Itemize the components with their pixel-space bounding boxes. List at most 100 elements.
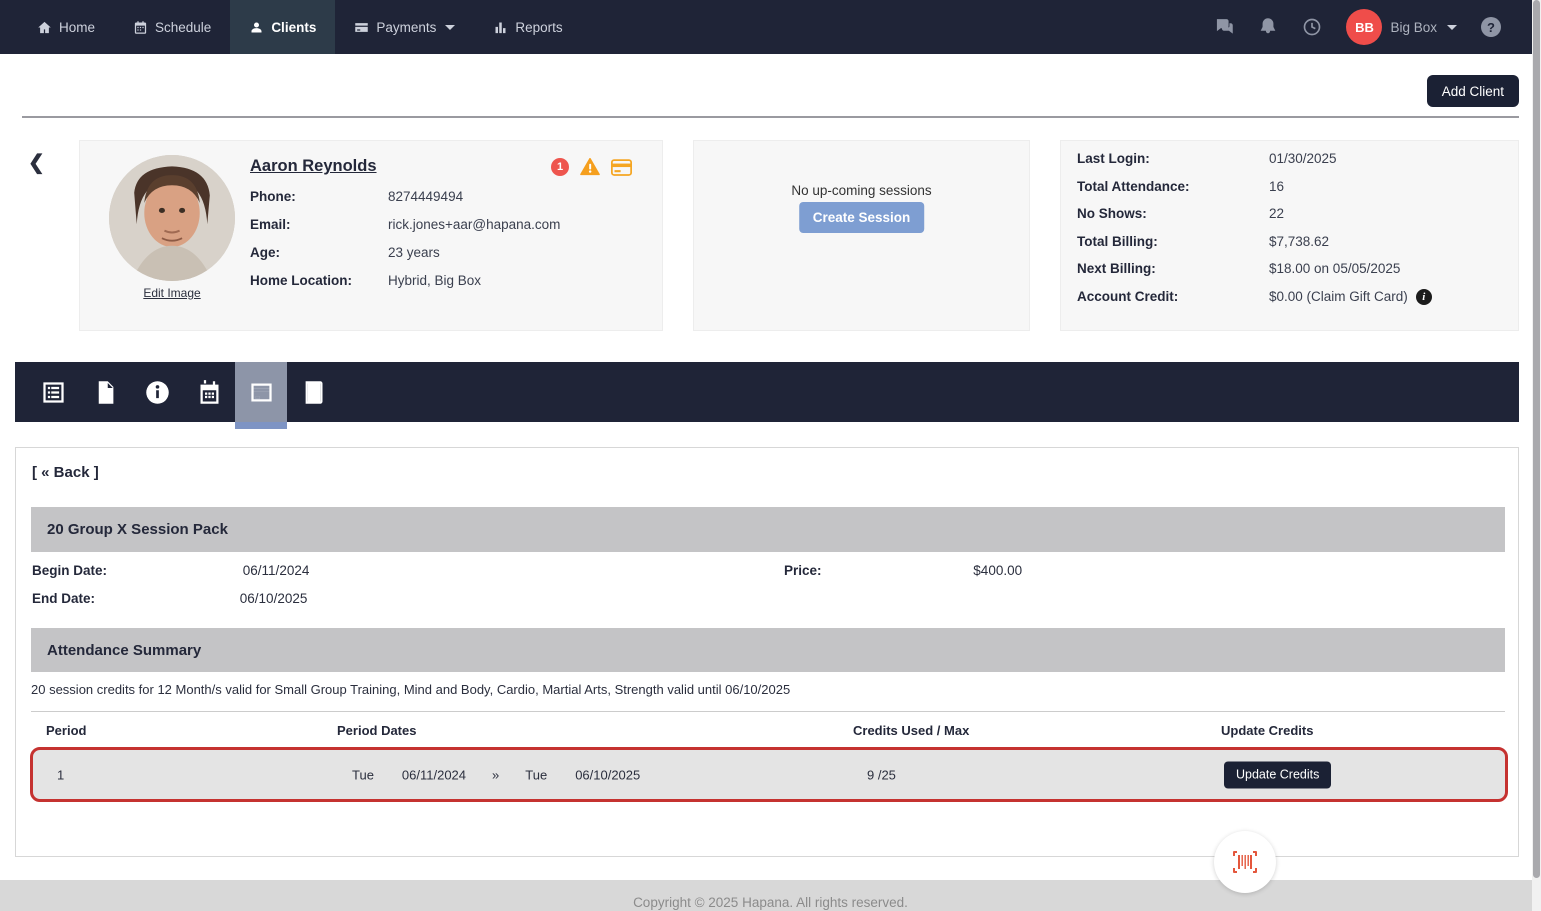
client-info-card: Edit Image Aaron Reynolds Phone: 8274449…	[79, 140, 663, 331]
footer: Copyright © 2025 Hapana. All rights rese…	[0, 880, 1541, 911]
field-value: Hybrid, Big Box	[388, 273, 560, 288]
attendance-title: Attendance Summary	[47, 642, 201, 659]
credits-summary-text: 20 session credits for 12 Month/s valid …	[31, 682, 790, 697]
end-day: Tue	[525, 767, 547, 782]
calendar-tab-icon	[196, 379, 223, 406]
end-date-row: End Date: 06/10/2025	[32, 591, 307, 606]
barcode-scan-fab[interactable]	[1214, 831, 1276, 893]
edit-image-link[interactable]: Edit Image	[143, 286, 200, 300]
client-fields: Phone: 8274449494 Email: rick.jones+aar@…	[250, 189, 560, 288]
row-credits: 9 /25	[867, 767, 896, 782]
col-header-credits: Credits Used / Max	[853, 723, 969, 738]
nav-item-clients[interactable]: Clients	[230, 0, 335, 54]
copyright-text: Copyright © 2025 Hapana. All rights rese…	[633, 895, 908, 910]
card-icon	[354, 20, 369, 35]
tab-file[interactable]	[79, 362, 131, 422]
upcoming-sessions-card: No up-coming sessions Create Session	[693, 140, 1030, 331]
calendar-icon	[133, 20, 148, 35]
start-day: Tue	[352, 767, 374, 782]
nav-item-reports[interactable]: Reports	[474, 0, 581, 54]
barcode-scan-icon	[1230, 850, 1260, 874]
stat-label: Account Credit:	[1077, 289, 1269, 304]
account-menu[interactable]: BB Big Box	[1346, 9, 1457, 45]
pack-title: 20 Group X Session Pack	[47, 521, 228, 538]
person-icon	[249, 20, 264, 35]
nav-label: Clients	[271, 20, 316, 35]
billing-card-icon[interactable]	[611, 159, 632, 176]
nav-label: Schedule	[155, 20, 211, 35]
attendance-title-bar: Attendance Summary	[31, 628, 1505, 672]
credit-card-tab-icon	[248, 379, 275, 406]
table-divider	[31, 711, 1505, 712]
col-header-period: Period	[46, 723, 86, 738]
nav-item-home[interactable]: Home	[18, 0, 114, 54]
bell-icon[interactable]	[1258, 17, 1278, 37]
list-tab-icon	[40, 379, 67, 406]
table-row[interactable]: 1 Tue 06/11/2024 » Tue 06/10/2025 9 /25 …	[30, 747, 1508, 802]
warning-triangle-icon[interactable]	[580, 158, 600, 176]
help-icon[interactable]: ?	[1481, 17, 1501, 37]
alert-badge[interactable]: 1	[551, 158, 569, 176]
file-tab-icon	[92, 379, 119, 406]
stat-label: Last Login:	[1077, 151, 1269, 166]
header-divider	[22, 116, 1519, 118]
client-stats-card: Last Login: 01/30/2025 Total Attendance:…	[1060, 140, 1519, 331]
stat-label: Total Billing:	[1077, 234, 1269, 249]
tab-info[interactable]	[131, 362, 183, 422]
tab-book[interactable]	[287, 362, 339, 422]
field-value: rick.jones+aar@hapana.com	[388, 217, 560, 232]
create-session-button[interactable]: Create Session	[799, 202, 925, 233]
client-photo	[109, 155, 235, 281]
top-navbar: Home Schedule Clients Payments Reports B…	[0, 0, 1541, 54]
client-name-link[interactable]: Aaron Reynolds	[250, 157, 377, 176]
start-date: 06/11/2024	[402, 767, 466, 782]
home-icon	[37, 20, 52, 35]
clock-icon[interactable]	[1302, 17, 1322, 37]
col-header-period-dates: Period Dates	[337, 723, 416, 738]
field-label: Home Location:	[250, 273, 388, 288]
stat-value: $7,738.62	[1269, 234, 1432, 249]
scrollbar-thumb[interactable]	[1533, 0, 1540, 878]
stat-value: 22	[1269, 206, 1432, 221]
update-credits-button[interactable]: Update Credits	[1224, 761, 1331, 788]
stat-value: 16	[1269, 179, 1432, 194]
info-tab-icon	[144, 379, 171, 406]
client-detail-tabs	[15, 362, 1519, 422]
avatar: BB	[1346, 9, 1382, 45]
date-separator: »	[492, 767, 499, 782]
stat-label: Next Billing:	[1077, 261, 1269, 276]
stat-label: Total Attendance:	[1077, 179, 1269, 194]
begin-date-row: Begin Date: 06/11/2024	[32, 563, 309, 578]
tab-calendar[interactable]	[183, 362, 235, 422]
stat-value: $18.00 on 05/05/2025	[1269, 261, 1432, 276]
nav-item-schedule[interactable]: Schedule	[114, 0, 230, 54]
row-period: 1	[57, 767, 64, 782]
no-sessions-text: No up-coming sessions	[694, 183, 1029, 198]
col-header-update: Update Credits	[1221, 723, 1313, 738]
navbar-right: BB Big Box ?	[1214, 0, 1541, 54]
info-icon[interactable]: i	[1416, 289, 1432, 305]
add-client-button[interactable]: Add Client	[1427, 75, 1519, 107]
price-row: Price: $400.00	[784, 563, 1022, 578]
nav-item-payments[interactable]: Payments	[335, 0, 474, 54]
account-name: Big Box	[1390, 20, 1437, 35]
field-value: 8274449494	[388, 189, 560, 204]
begin-date-label: Begin Date:	[32, 563, 107, 578]
tab-list[interactable]	[27, 362, 79, 422]
field-label: Age:	[250, 245, 388, 260]
collapse-chevron-icon[interactable]: ❮	[28, 150, 45, 175]
stat-value: 01/30/2025	[1269, 151, 1432, 166]
row-period-dates: Tue 06/11/2024 » Tue 06/10/2025	[352, 767, 640, 782]
vertical-scrollbar[interactable]	[1532, 0, 1541, 911]
chat-icon[interactable]	[1214, 17, 1234, 37]
back-link[interactable]: [ « Back ]	[32, 464, 99, 481]
begin-date-value: 06/11/2024	[243, 563, 310, 578]
tab-billing[interactable]	[235, 362, 287, 422]
chevron-down-icon	[445, 25, 455, 30]
end-date: 06/10/2025	[575, 767, 640, 782]
field-label: Email:	[250, 217, 388, 232]
field-value: 23 years	[388, 245, 560, 260]
stat-label: No Shows:	[1077, 206, 1269, 221]
end-date-value: 06/10/2025	[240, 591, 308, 606]
pack-title-bar: 20 Group X Session Pack	[31, 507, 1505, 552]
